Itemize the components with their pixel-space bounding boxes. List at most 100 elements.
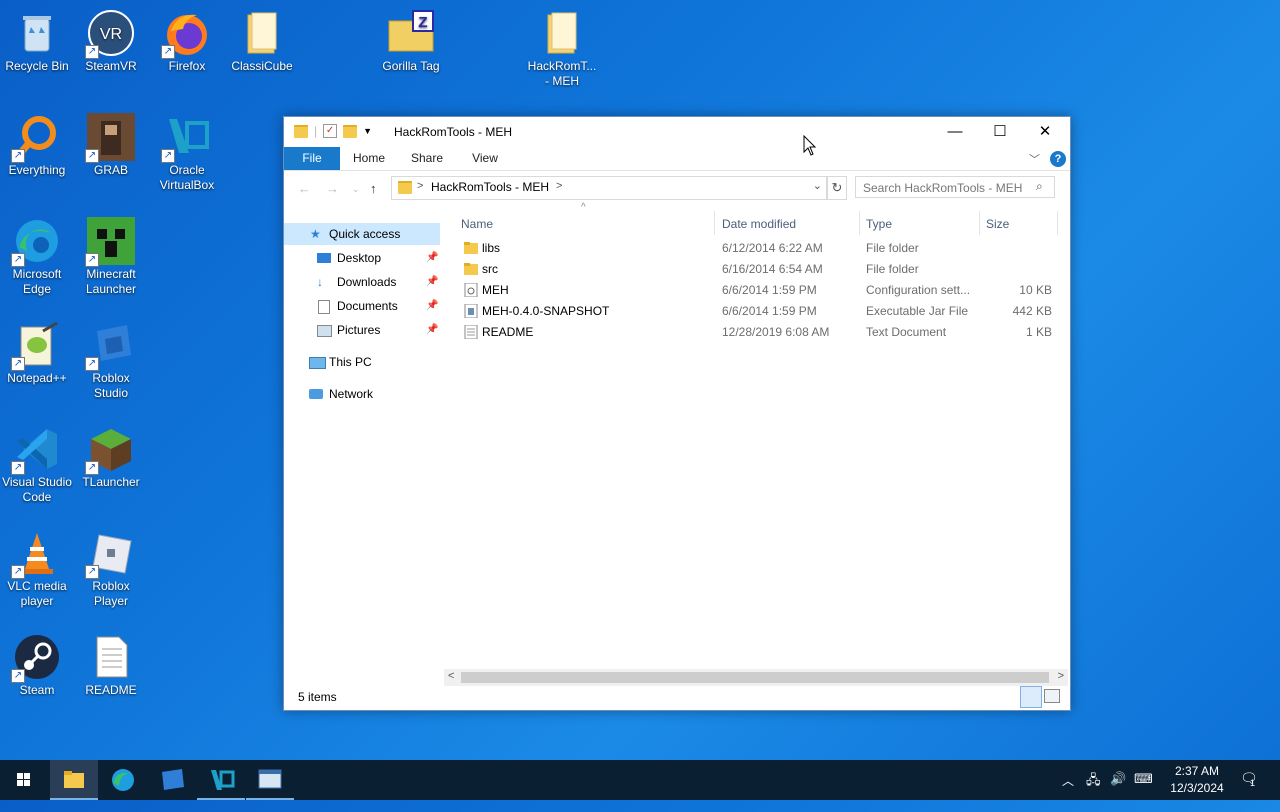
column-separator[interactable] bbox=[714, 211, 715, 235]
windows-logo-icon bbox=[17, 773, 30, 786]
desktop-icon-hackromtools[interactable]: HackRomT... - MEH bbox=[525, 5, 599, 89]
file-type: Configuration sett... bbox=[866, 283, 971, 297]
tab-share[interactable]: Share bbox=[402, 147, 452, 170]
new-folder-icon[interactable] bbox=[343, 124, 358, 138]
details-view-icon[interactable] bbox=[1020, 686, 1042, 708]
sidebar-item-desktop[interactable]: Desktop 📌 bbox=[284, 247, 440, 269]
roblox-icon: ↗ bbox=[85, 529, 135, 579]
desktop-icon-recycle-bin[interactable]: Recycle Bin bbox=[0, 5, 74, 74]
sidebar-item-quick-access[interactable]: ★ Quick access bbox=[284, 223, 440, 245]
pin-icon: 📌 bbox=[426, 300, 439, 311]
shortcut-arrow-icon: ↗ bbox=[85, 357, 99, 371]
download-arrow-icon: ↓ bbox=[317, 275, 323, 289]
file-explorer-window[interactable]: | ✓ ▼ HackRomTools - MEH — ☐ ✕ File Home… bbox=[283, 116, 1071, 711]
taskbar-app[interactable] bbox=[246, 760, 294, 800]
close-button[interactable]: ✕ bbox=[1022, 117, 1068, 147]
sidebar-item-downloads[interactable]: ↓ Downloads 📌 bbox=[284, 271, 440, 293]
desktop-icon-readme[interactable]: README bbox=[74, 629, 148, 698]
desktop-icon-steam[interactable]: ↗ Steam bbox=[0, 629, 74, 698]
tab-home[interactable]: Home bbox=[344, 147, 394, 170]
keyboard-icon[interactable]: ⌨ bbox=[1134, 771, 1153, 811]
search-input[interactable]: Search HackRomTools - MEH bbox=[855, 176, 1055, 198]
taskbar-edge[interactable] bbox=[99, 760, 147, 800]
sidebar-item-network[interactable]: Network bbox=[284, 383, 440, 405]
expand-ribbon-icon[interactable]: ﹀ bbox=[1029, 151, 1040, 167]
virtualbox-icon: ↗ bbox=[161, 113, 211, 163]
clock[interactable]: 2:37 AM 12/3/2024 bbox=[1168, 763, 1226, 803]
scroll-right-icon[interactable]: > bbox=[1058, 670, 1064, 682]
breadcrumb-chevron-icon[interactable]: > bbox=[556, 180, 562, 192]
taskbar-file-explorer[interactable] bbox=[50, 760, 98, 800]
column-header-date-modified[interactable]: Date modified bbox=[722, 217, 796, 231]
refresh-icon[interactable]: ↻ bbox=[827, 176, 847, 200]
breadcrumb-current[interactable]: HackRomTools - MEH bbox=[431, 180, 549, 194]
desktop-icon-gorilla-tag[interactable]: Z Gorilla Tag bbox=[374, 5, 448, 74]
desktop-icon bbox=[317, 253, 331, 263]
column-header-name[interactable]: Name bbox=[461, 217, 493, 231]
clock-date: 12/3/2024 bbox=[1170, 781, 1224, 795]
clock-time: 2:37 AM bbox=[1174, 764, 1220, 778]
sidebar-item-documents[interactable]: Documents 📌 bbox=[284, 295, 440, 317]
column-header-size[interactable]: Size bbox=[986, 217, 1009, 231]
roblox-studio-icon: ↗ bbox=[85, 321, 135, 371]
file-name: src bbox=[482, 262, 498, 276]
shortcut-arrow-icon: ↗ bbox=[11, 149, 25, 163]
volume-icon[interactable]: 🔊 bbox=[1110, 771, 1126, 811]
file-row-src[interactable]: src 6/16/2014 6:54 AM File folder bbox=[460, 259, 1060, 280]
chevron-down-icon[interactable]: ▼ bbox=[363, 126, 372, 136]
search-icon: ⌕ bbox=[1036, 179, 1043, 193]
desktop-icon-grab[interactable]: ↗ GRAB bbox=[74, 109, 148, 178]
start-button[interactable] bbox=[0, 760, 48, 800]
desktop-icon-tlauncher[interactable]: ↗ TLauncher bbox=[74, 421, 148, 490]
horizontal-scrollbar[interactable]: < > bbox=[444, 669, 1068, 686]
jar-file-icon bbox=[464, 303, 478, 319]
column-header-type[interactable]: Type bbox=[866, 217, 892, 231]
desktop-icon-virtualbox[interactable]: ↗ Oracle VirtualBox bbox=[150, 109, 224, 193]
desktop-icon-firefox[interactable]: ↗ Firefox bbox=[150, 5, 224, 74]
scrollbar-thumb[interactable] bbox=[461, 672, 1049, 683]
large-icons-view-icon[interactable] bbox=[1044, 689, 1060, 703]
column-separator[interactable] bbox=[1057, 211, 1058, 235]
show-hidden-icons[interactable]: ︿ bbox=[1062, 772, 1074, 812]
help-icon[interactable]: ? bbox=[1050, 151, 1066, 167]
minimize-button[interactable]: — bbox=[932, 117, 978, 147]
column-separator[interactable] bbox=[979, 211, 980, 235]
sidebar-item-this-pc[interactable]: This PC bbox=[284, 351, 440, 373]
desktop-icon-roblox-player[interactable]: ↗ Roblox Player bbox=[74, 525, 148, 609]
desktop-icon-vlc[interactable]: ↗ VLC media player bbox=[0, 525, 74, 609]
file-row-meh[interactable]: MEH 6/6/2014 1:59 PM Configuration sett.… bbox=[460, 280, 1060, 301]
title-bar[interactable]: | ✓ ▼ HackRomTools - MEH — ☐ ✕ bbox=[284, 117, 1070, 147]
desktop-icon-notepadpp[interactable]: ↗ Notepad++ bbox=[0, 317, 74, 386]
tab-file[interactable]: File bbox=[284, 147, 340, 170]
address-dropdown-icon[interactable]: ⌄ bbox=[813, 179, 822, 192]
desktop-icon-everything[interactable]: ↗ Everything bbox=[0, 109, 74, 178]
desktop-icon-edge[interactable]: ↗ Microsoft Edge bbox=[0, 213, 74, 297]
properties-icon[interactable]: ✓ bbox=[323, 124, 338, 138]
desktop-icon-label: Microsoft Edge bbox=[12, 267, 62, 296]
desktop-icon-roblox-studio[interactable]: ↗ Roblox Studio bbox=[74, 317, 148, 401]
desktop-icon-classicube[interactable]: ClassiCube bbox=[225, 5, 299, 74]
address-bar[interactable]: > HackRomTools - MEH > ⌄ bbox=[391, 176, 827, 200]
file-type: File folder bbox=[866, 241, 919, 255]
desktop-icon-steamvr[interactable]: VR ↗ SteamVR bbox=[74, 5, 148, 74]
file-row-readme[interactable]: README 12/28/2019 6:08 AM Text Document … bbox=[460, 322, 1060, 343]
scroll-left-icon[interactable]: < bbox=[448, 670, 454, 682]
recent-locations-icon[interactable]: ⌄ bbox=[352, 184, 360, 195]
desktop-icon-vscode[interactable]: ↗ Visual Studio Code bbox=[0, 421, 74, 505]
forward-arrow-icon[interactable]: → bbox=[326, 181, 339, 196]
file-row-meh-snapshot[interactable]: MEH-0.4.0-SNAPSHOT 6/6/2014 1:59 PM Exec… bbox=[460, 301, 1060, 322]
maximize-button[interactable]: ☐ bbox=[977, 117, 1023, 147]
sidebar-item-pictures[interactable]: Pictures 📌 bbox=[284, 319, 440, 341]
desktop-icon-minecraft-launcher[interactable]: ↗ Minecraft Launcher bbox=[74, 213, 148, 297]
taskbar-virtualbox[interactable] bbox=[197, 760, 245, 800]
column-separator[interactable] bbox=[859, 211, 860, 235]
taskbar-roblox-studio[interactable] bbox=[148, 760, 196, 800]
file-row-libs[interactable]: libs 6/12/2014 6:22 AM File folder bbox=[460, 238, 1060, 259]
config-file-icon bbox=[464, 282, 478, 298]
network-status-icon[interactable]: 🖧 bbox=[1086, 771, 1101, 811]
tab-view[interactable]: View bbox=[460, 147, 510, 170]
back-arrow-icon[interactable]: ← bbox=[298, 181, 311, 196]
folder-icon bbox=[464, 262, 478, 276]
notification-center-button[interactable]: 🗨 1 bbox=[1240, 770, 1258, 788]
up-arrow-icon[interactable]: ↑ bbox=[370, 181, 377, 196]
